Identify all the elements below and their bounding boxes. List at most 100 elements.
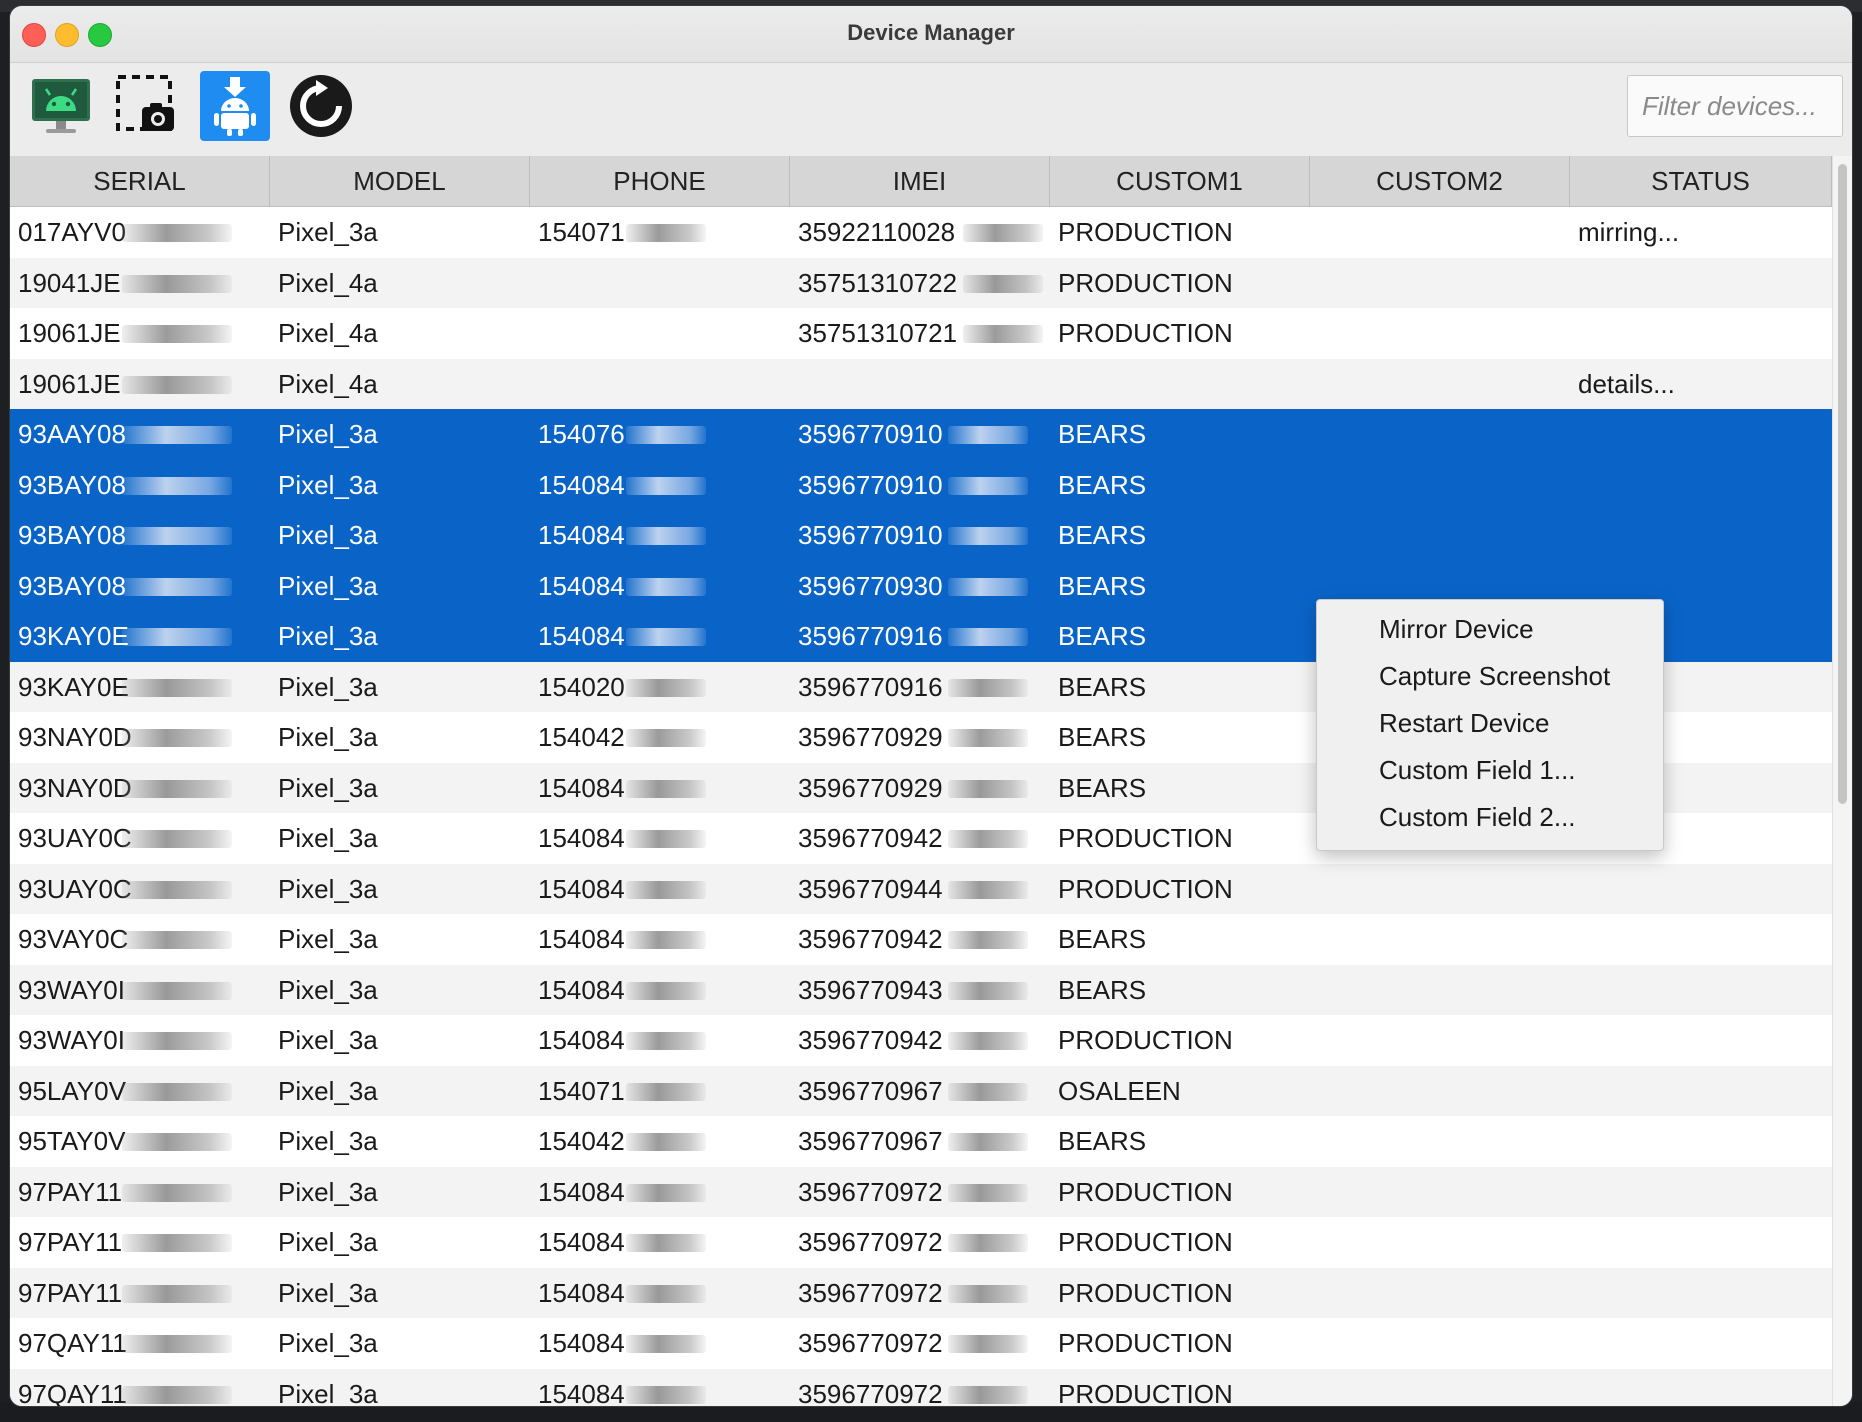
table-row[interactable]: 97PAY11 Pixel_3a 154084 3596770972 PRODUCTIO… xyxy=(10,1217,1832,1268)
capture-screenshot-button[interactable] xyxy=(112,71,182,141)
table-header: SERIAL MODEL PHONE IMEI CUSTOM1 CUSTOM2 STATUS xyxy=(10,156,1832,207)
redaction-blur xyxy=(121,1284,232,1303)
table-row[interactable]: 97QAY11 Pixel_3a 154084 3596770972 PRODUCTIO… xyxy=(10,1318,1832,1369)
context-menu-item-custom-field-2[interactable]: Custom Field 2... xyxy=(1379,802,1576,833)
cell-text: Pixel_3a xyxy=(278,722,378,752)
table-row[interactable]: 93UAY0C Pixel_3a 154084 3596770944 PRODUCTIO… xyxy=(10,863,1832,914)
column-header-imei[interactable]: IMEI xyxy=(790,156,1050,206)
table-row[interactable]: 19041JE Pixel_4a 35751310722 PRODUCTION xyxy=(10,257,1832,308)
cell-phone: 154076 xyxy=(538,409,788,459)
cell-custom1: PRODUCTION xyxy=(1058,207,1308,257)
redaction-blur xyxy=(626,476,707,495)
cell-text: 3596770929 xyxy=(798,772,943,803)
cell-phone: 154071 xyxy=(538,207,788,257)
cell-imei: 3596770972 xyxy=(798,1318,1048,1368)
redaction-blur xyxy=(626,1183,707,1202)
cell-imei: 3596770942 xyxy=(798,914,1048,964)
table-row[interactable]: 97PAY11 Pixel_3a 154084 3596770972 PRODUCTIO… xyxy=(10,1267,1832,1318)
column-header-status[interactable]: STATUS xyxy=(1570,156,1832,206)
cell-text: 154084 xyxy=(538,974,625,1005)
redaction-blur xyxy=(948,1082,1028,1101)
table-row[interactable]: 95LAY0V Pixel_3a 154071 3596770967 OSALEEN xyxy=(10,1065,1832,1116)
cell-text: 3596770916 xyxy=(798,621,943,651)
context-menu-item-mirror-device[interactable]: Mirror Device xyxy=(1379,614,1534,645)
restart-device-button[interactable] xyxy=(286,71,356,141)
cell-custom2 xyxy=(1318,510,1568,560)
cell-text: Pixel_3a xyxy=(278,1025,378,1055)
redaction-blur xyxy=(121,527,232,545)
table-row[interactable]: 97QAY11 Pixel_3a 154084 3596770972 PRODUCTIO… xyxy=(10,1368,1832,1407)
cell-serial: 93BAY08 xyxy=(18,460,268,510)
cell-custom1: BEARS xyxy=(1058,561,1308,611)
cell-phone: 154020 xyxy=(538,662,788,712)
table-row[interactable]: 017AYV0 Pixel_3a 154071 35922110028 PRODUCTI… xyxy=(10,207,1832,258)
column-header-phone[interactable]: PHONE xyxy=(530,156,790,206)
cell-phone: 154084 xyxy=(538,561,788,611)
cell-imei: 35751310722 xyxy=(798,258,1048,308)
column-header-model[interactable]: MODEL xyxy=(270,156,530,206)
cell-custom2 xyxy=(1318,359,1568,409)
table-row[interactable]: 93WAY0I Pixel_3a 154084 3596770942 PRODUCTIO… xyxy=(10,1015,1832,1066)
cell-text: 93BAY08 xyxy=(18,469,126,500)
cell-custom1: PRODUCTION xyxy=(1058,1369,1308,1407)
cell-imei: 3596770910 xyxy=(798,409,1048,459)
column-header-custom2[interactable]: CUSTOM2 xyxy=(1310,156,1570,206)
cell-serial: 97PAY11 xyxy=(18,1217,268,1267)
filter-devices-input[interactable] xyxy=(1627,75,1843,137)
android-install-icon xyxy=(214,77,256,136)
cell-model: Pixel_3a xyxy=(278,763,528,813)
cell-status xyxy=(1578,1066,1830,1116)
scrollbar-thumb[interactable] xyxy=(1838,164,1847,804)
cell-text: 93NAY0D xyxy=(18,772,132,803)
cell-custom1: BEARS xyxy=(1058,611,1308,661)
vertical-scrollbar[interactable] xyxy=(1832,156,1852,1406)
cell-custom1: BEARS xyxy=(1058,914,1308,964)
cell-text: Pixel_3a xyxy=(278,1277,378,1308)
table-row[interactable]: 97PAY11 Pixel_3a 154084 3596770972 PRODUCTIO… xyxy=(10,1166,1832,1217)
redaction-blur xyxy=(626,830,707,848)
cell-text: 97PAY11 xyxy=(18,1277,123,1308)
context-menu-item-capture-screenshot[interactable]: Capture Screenshot xyxy=(1379,661,1610,692)
cell-imei: 3596770972 xyxy=(798,1217,1048,1267)
install-apk-button[interactable] xyxy=(200,71,270,141)
cell-model: Pixel_3a xyxy=(278,914,528,964)
cell-imei: 3596770944 xyxy=(798,864,1048,914)
redaction-blur xyxy=(963,325,1044,343)
cell-model: Pixel_3a xyxy=(278,1318,528,1368)
cell-text: Pixel_3a xyxy=(278,772,378,803)
cell-custom2 xyxy=(1318,1318,1568,1368)
table-row[interactable]: 93BAY08 Pixel_3a 154084 3596770910 BEARS xyxy=(10,510,1832,561)
cell-imei: 3596770930 xyxy=(798,561,1048,611)
context-menu-item-custom-field-1[interactable]: Custom Field 1... xyxy=(1379,755,1576,786)
table-row[interactable]: 93AAY08 Pixel_3a 154076 3596770910 BEARS xyxy=(10,409,1832,460)
table-row[interactable]: 93BAY08 Pixel_3a 154084 3596770910 BEARS xyxy=(10,459,1832,510)
cell-custom1: BEARS xyxy=(1058,1116,1308,1166)
table-row[interactable]: 93WAY0I Pixel_3a 154084 3596770943 BEARS xyxy=(10,964,1832,1015)
cell-text: Pixel_3a xyxy=(278,1227,378,1257)
redaction-blur xyxy=(121,1183,232,1202)
table-row[interactable]: 19061JE Pixel_4a details... xyxy=(10,358,1832,409)
table-row[interactable]: 95TAY0V Pixel_3a 154042 3596770967 BEARS xyxy=(10,1116,1832,1167)
cell-serial: 017AYV0 xyxy=(18,207,268,257)
cell-text: PRODUCTION xyxy=(1058,217,1233,247)
column-header-custom1[interactable]: CUSTOM1 xyxy=(1050,156,1310,206)
table-row[interactable]: 93VAY0C Pixel_3a 154084 3596770942 BEARS xyxy=(10,914,1832,965)
redaction-blur xyxy=(121,375,232,394)
cell-text: Pixel_4a xyxy=(278,318,378,348)
table-row[interactable]: 19061JE Pixel_4a 35751310721 PRODUCTION xyxy=(10,308,1832,359)
cell-text: Pixel_3a xyxy=(278,621,378,651)
mirror-device-button[interactable] xyxy=(26,71,96,141)
redaction-blur xyxy=(963,224,1044,242)
column-header-serial[interactable]: SERIAL xyxy=(10,156,270,206)
cell-imei: 35922110028 xyxy=(798,207,1048,257)
redaction-blur xyxy=(121,1335,232,1353)
cell-text: 154084 xyxy=(538,924,625,954)
cell-serial: 93UAY0C xyxy=(18,864,268,914)
cell-text: 154071 xyxy=(538,217,625,247)
cell-custom2 xyxy=(1318,1066,1568,1116)
cell-status xyxy=(1578,1116,1830,1166)
cell-custom2 xyxy=(1318,1369,1568,1407)
cell-text: 95TAY0V xyxy=(18,1126,126,1156)
context-menu-item-restart-device[interactable]: Restart Device xyxy=(1379,708,1550,739)
cell-status xyxy=(1578,1217,1830,1267)
